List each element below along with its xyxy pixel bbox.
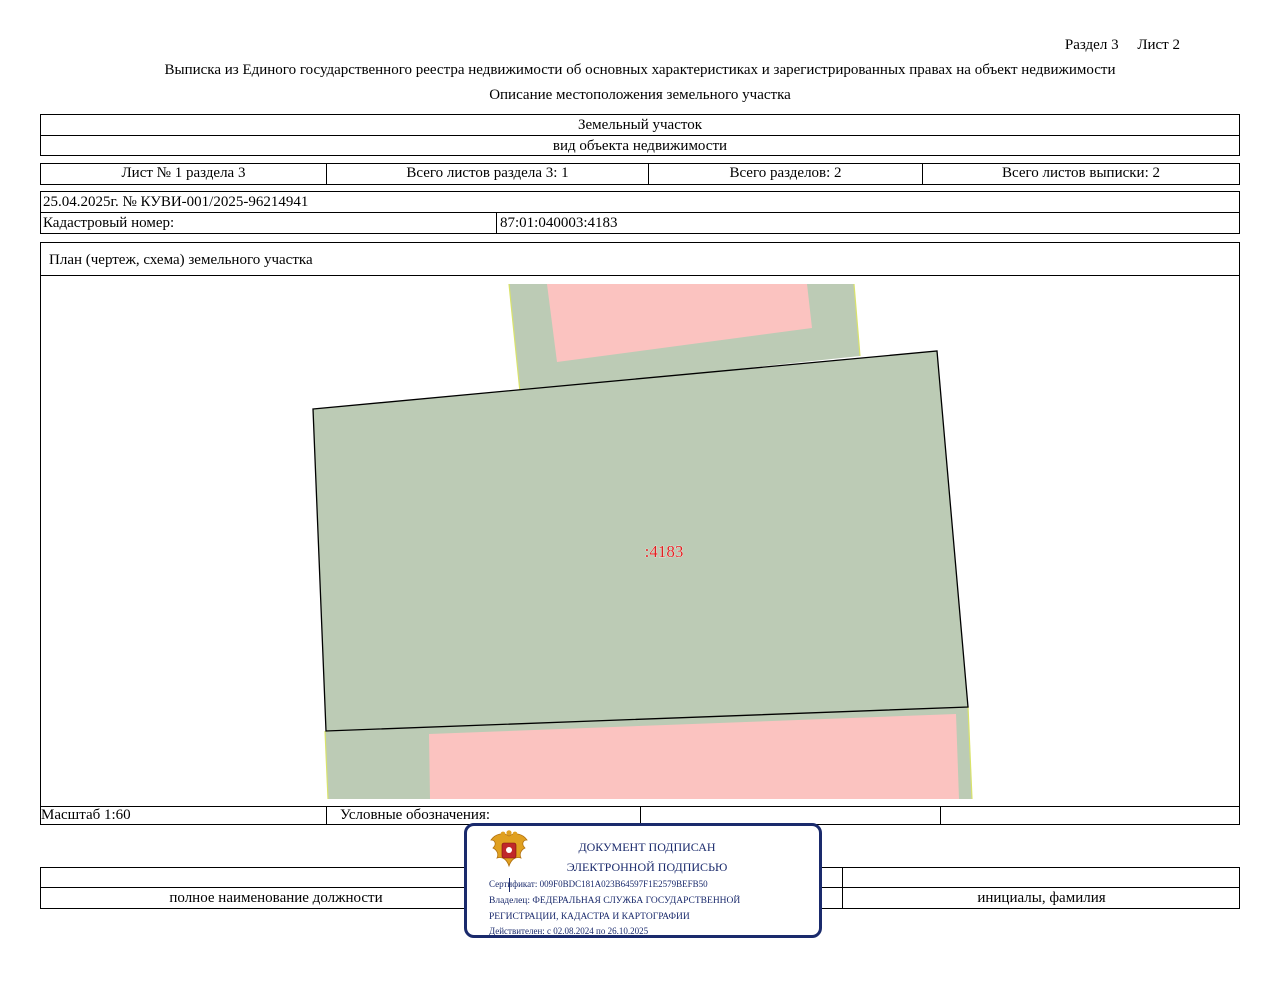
scale-label: Масштаб 1:60 xyxy=(41,807,327,824)
sections-total: Всего разделов: 2 xyxy=(649,164,923,184)
cadastral-label: Кадастровый номер: xyxy=(41,213,497,233)
sheet-label: Лист 2 xyxy=(1137,37,1180,53)
stamp-owner-line-2: РЕГИСТРАЦИИ, КАДАСТРА И КАРТОГРАФИИ xyxy=(489,912,690,922)
cadastral-value: 87:01:040003:4183 xyxy=(500,215,618,231)
position-caption: полное наименование должности xyxy=(169,890,383,906)
cadastral-row: Кадастровый номер: 87:01:040003:4183 xyxy=(41,213,1239,233)
document-title: Выписка из Единого государственного реес… xyxy=(164,62,1116,78)
sheet-number: Лист № 1 раздела 3 xyxy=(41,164,327,184)
object-type-caption: вид объекта недвижимости xyxy=(552,138,728,154)
record-date-number: 25.04.2025г. № КУВИ-001/2025-96214941 xyxy=(41,192,1239,213)
document-subtitle: Описание местоположения земельного участ… xyxy=(489,87,791,103)
object-type-block: Земельный участок вид объекта недвижимос… xyxy=(40,114,1240,156)
stamp-line-2: ЭЛЕКТРОННОЙ ПОДПИСЬЮ xyxy=(566,860,728,874)
name-caption: инициалы, фамилия xyxy=(977,890,1106,906)
main-parcel xyxy=(312,350,969,732)
stamp-certificate: Сертификат: 009F0BDC181A023B64597F1E2579… xyxy=(489,879,708,889)
plan-title: План (чертеж, схема) земельного участка xyxy=(41,243,1239,276)
stamp-owner-line-1: Владелец: ФЕДЕРАЛЬНАЯ СЛУЖБА ГОСУДАРСТВЕ… xyxy=(489,896,741,906)
section-label: Раздел 3 xyxy=(1064,37,1119,53)
legend-cell-2 xyxy=(641,807,941,824)
record-block: 25.04.2025г. № КУВИ-001/2025-96214941 Ка… xyxy=(40,191,1240,234)
stamp-validity: Действителен: с 02.08.2024 по 26.10.2025 xyxy=(489,926,649,936)
parcel-plan-drawing: :4183 xyxy=(312,283,973,800)
legend-cell-3 xyxy=(941,807,1239,824)
coat-of-arms-icon xyxy=(490,830,528,868)
section-sheet-label: Раздел 3 Лист 2 xyxy=(1030,37,1180,54)
legend-label: Условные обозначения: xyxy=(327,807,641,824)
object-type: Земельный участок xyxy=(41,115,1239,136)
sheets-row: Лист № 1 раздела 3 Всего листов раздела … xyxy=(40,163,1240,185)
electronic-signature-stamp: ДОКУМЕНТ ПОДПИСАН ЭЛЕКТРОННОЙ ПОДПИСЬЮ С… xyxy=(464,823,822,938)
stamp-line-1: ДОКУМЕНТ ПОДПИСАН xyxy=(578,840,716,854)
parcel-label: :4183 xyxy=(645,542,684,561)
extract-sheets-total: Всего листов выписки: 2 xyxy=(1002,165,1160,181)
section-sheets-total: Всего листов раздела 3: 1 xyxy=(327,164,649,184)
